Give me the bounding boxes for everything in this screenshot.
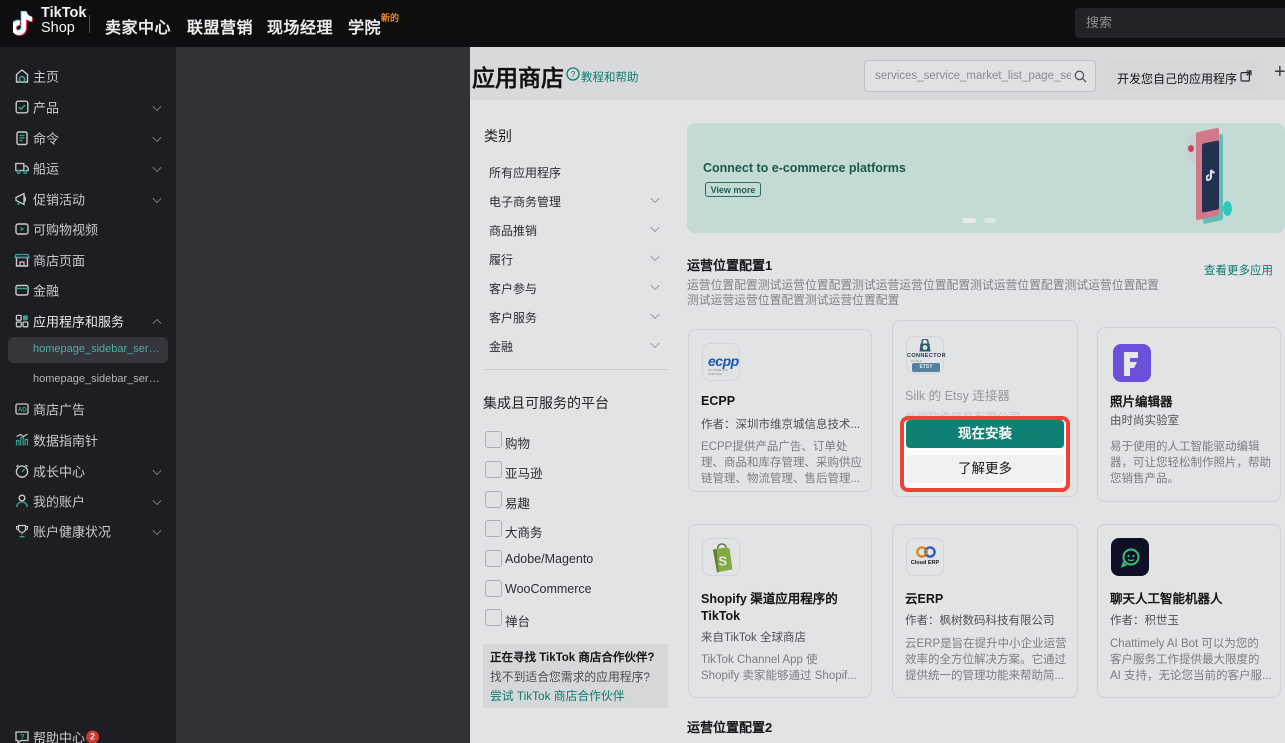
svg-text:?: ? — [20, 732, 25, 741]
svg-text:AD: AD — [18, 408, 27, 414]
svg-text:S: S — [718, 553, 727, 568]
svg-text:?: ? — [571, 69, 576, 79]
